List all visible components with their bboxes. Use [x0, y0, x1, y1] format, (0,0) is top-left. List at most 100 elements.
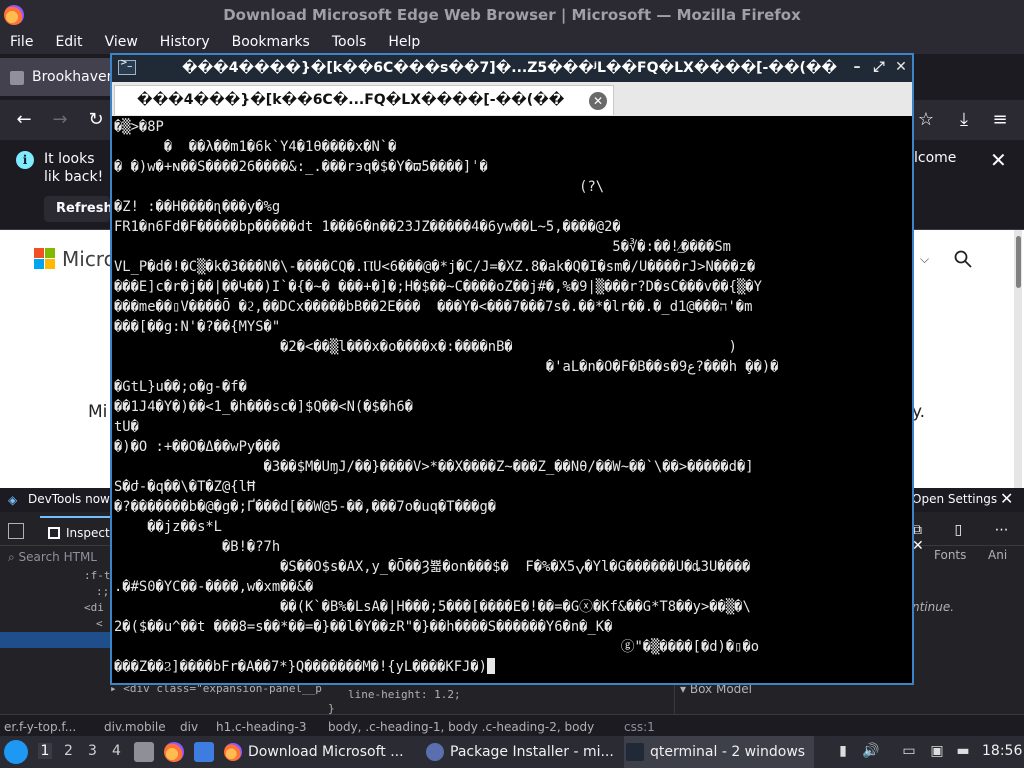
network-icon[interactable]: ▣ — [928, 743, 946, 761]
terminal-line: ⓖ"�▒����[�d)�▯�o — [114, 639, 760, 655]
task-qterminal[interactable]: qterminal - 2 windows — [624, 736, 814, 768]
show-desktop-icon[interactable] — [194, 742, 214, 762]
firefox-titlebar[interactable]: Download Microsoft Edge Web Browser | Mi… — [0, 0, 1024, 30]
css-rule-text: line-height: 1.2; — [348, 688, 461, 701]
tree-line[interactable]: <di — [0, 600, 112, 616]
devtools-info-icon: ◈ — [8, 493, 18, 507]
task-firefox[interactable]: Download Microsoft ... — [222, 736, 404, 768]
menu-edit[interactable]: Edit — [44, 34, 93, 50]
terminal-output[interactable]: �▒>�8P � ��λ��m1�6k`Y4�1θ����x�N`� � �)w�… — [114, 117, 910, 683]
refresh-button[interactable]: Refresh — [44, 196, 113, 222]
firefox-icon — [224, 743, 242, 761]
tree-line[interactable]: :f-tr — [0, 568, 112, 584]
clipboard-icon[interactable]: ▭ — [900, 743, 918, 761]
task-package-installer[interactable]: Package Installer - mi... — [424, 736, 614, 768]
breadcrumb[interactable]: er.f-y-top.f... — [4, 720, 76, 734]
task-label: Package Installer - mi... — [450, 744, 614, 760]
brand-text[interactable]: Micro — [62, 247, 116, 271]
back-icon[interactable]: ← — [12, 108, 36, 132]
terminal-window[interactable]: ���4����}�[k��6C���s��7]�...Z5���ʲL��FQ�… — [110, 53, 914, 685]
bookmark-star-icon[interactable]: ☆ — [914, 108, 938, 132]
info-icon: i — [16, 151, 34, 169]
firefox-launcher-icon[interactable] — [164, 742, 184, 762]
notification-text-right: lcome — [914, 150, 957, 166]
devtools-banner-close-icon[interactable]: ✕ — [1000, 489, 1013, 508]
devtools-banner-text: DevTools now f — [28, 492, 118, 506]
notification-text: It looks lik back! — [44, 151, 104, 185]
breadcrumb[interactable]: div — [180, 720, 198, 734]
tree-line-selected[interactable] — [0, 632, 112, 648]
open-settings-link[interactable]: Open Settings — [912, 492, 997, 506]
menu-view[interactable]: View — [94, 34, 149, 50]
chevron-down-icon[interactable]: ⌵ — [920, 252, 929, 267]
terminal-line: �3��$M�UɱJ/��}����V>*��X����Z~���Z_��Nθ/… — [114, 459, 754, 475]
terminal-line: �)�O :+��O�Δ��wPy��� — [114, 439, 281, 455]
continue-text: ntinue. — [912, 600, 955, 614]
terminal-line: �S��O$s�AX,y_�Ō��Ȝ뾻�on���$� F�%�X5ݍ�Yl�G… — [114, 559, 751, 575]
terminal-line: (?\ — [114, 179, 605, 195]
tray-handle-icon[interactable]: ▮ — [834, 743, 852, 761]
menu-help[interactable]: Help — [377, 34, 431, 50]
menu-tools[interactable]: Tools — [321, 34, 378, 50]
tab-favicon-icon — [10, 71, 24, 85]
workspace-1[interactable]: 1 — [38, 743, 52, 759]
tab-animations[interactable]: Ani — [988, 548, 1007, 562]
file-manager-icon[interactable] — [134, 742, 154, 762]
css-source-link[interactable]: css:1 — [624, 720, 655, 734]
browser-tab-label: Brookhaven — [32, 69, 116, 85]
page-scrollbar-thumb[interactable] — [1016, 236, 1021, 288]
terminal-line: ���[��g:N'�?��{MYS�" — [114, 319, 281, 335]
terminal-line: �▒>�8P — [114, 119, 164, 135]
tree-line[interactable]: :;: — [0, 584, 112, 600]
volume-icon[interactable]: 🔊 — [862, 743, 880, 761]
close-icon[interactable]: ✕ — [892, 58, 910, 76]
workspace-4[interactable]: 4 — [112, 743, 121, 759]
package-installer-icon — [426, 743, 444, 761]
workspace-2[interactable]: 2 — [64, 743, 73, 759]
terminal-line: S�ժ-�q��\�T�Z@{lĦ — [114, 479, 256, 495]
menu-file[interactable]: File — [0, 34, 44, 50]
hamburger-menu-icon[interactable]: ≡ — [988, 108, 1012, 132]
markup-tree: :f-tr :;: <di < — [0, 568, 112, 680]
terminal-titlebar[interactable]: ���4����}�[k��6C���s��7]�...Z5���ʲL��FQ�… — [112, 55, 912, 82]
search-icon[interactable] — [954, 250, 972, 268]
terminal-tab[interactable]: ���4���}�[k��6C�...FQ�LX����[-��(�� ✕ — [114, 85, 614, 115]
reload-icon[interactable]: ↻ — [84, 108, 108, 132]
microsoft-logo-icon — [34, 248, 56, 270]
firefox-logo-icon — [4, 5, 24, 25]
notification-close-icon[interactable]: ✕ — [990, 148, 1007, 172]
task-label: qterminal - 2 windows — [650, 744, 806, 760]
html-search-input[interactable]: ⌕ Search HTML — [8, 550, 97, 565]
maximize-icon[interactable]: ⤢ — [870, 58, 888, 76]
tree-line[interactable] — [0, 648, 112, 664]
terminal-line: .�#S0�YC��-����,w�xm��&� — [114, 579, 314, 595]
tab-fonts[interactable]: Fonts — [934, 548, 966, 562]
devtools-footer: er.f-y-top.f... div.mobile div h1.c-head… — [0, 714, 1024, 738]
html-search-placeholder: Search HTML — [18, 550, 97, 564]
tree-line[interactable]: < — [0, 616, 112, 632]
element-picker-icon[interactable] — [8, 523, 24, 539]
workspace-3[interactable]: 3 — [88, 743, 97, 759]
terminal-line: �GtL}u��;o�g-�f� — [114, 379, 247, 395]
terminal-line: tU� — [114, 419, 139, 435]
menu-history[interactable]: History — [149, 34, 221, 50]
terminal-line: 5�∛�:��!⁄̲����Sm — [114, 239, 731, 255]
terminal-line: ���Z��Ϩ]����bFr�A��7*}Q�������M�!{yL����… — [114, 657, 910, 677]
terminal-tabbar: ���4���}�[k��6C�...FQ�LX����[-��(�� ✕ — [112, 82, 912, 116]
battery-icon[interactable]: ▬ — [954, 743, 972, 761]
breadcrumb[interactable]: div.mobile — [104, 720, 166, 734]
minimize-icon[interactable]: – — [848, 58, 866, 76]
breadcrumb[interactable]: h1.c-heading-3 — [216, 720, 306, 734]
start-menu-icon[interactable] — [4, 740, 28, 764]
terminal-line: ��jz��s*L — [114, 519, 222, 535]
desktop: Download Microsoft Edge Web Browser | Mi… — [0, 0, 1024, 768]
terminal-icon — [626, 743, 644, 761]
taskbar: 1 2 3 4 Download Microsoft ... Package I… — [0, 736, 1024, 768]
forward-icon[interactable]: → — [48, 108, 72, 132]
tab-close-icon[interactable]: ✕ — [589, 92, 607, 110]
menu-bookmarks[interactable]: Bookmarks — [221, 34, 321, 50]
downloads-icon[interactable]: ⤓ — [952, 108, 976, 132]
terminal-line: ���me��▯V����Ō �ϩ,��DCx�����bB��2E��� ��… — [114, 299, 753, 315]
terminal-line: � ��λ��m1�6k`Y4�1θ����x�N`� — [114, 139, 397, 155]
terminal-line: ��1J4�Y�)��<1_�h���sc�]$Q��<N(�$�h6� — [114, 399, 414, 415]
